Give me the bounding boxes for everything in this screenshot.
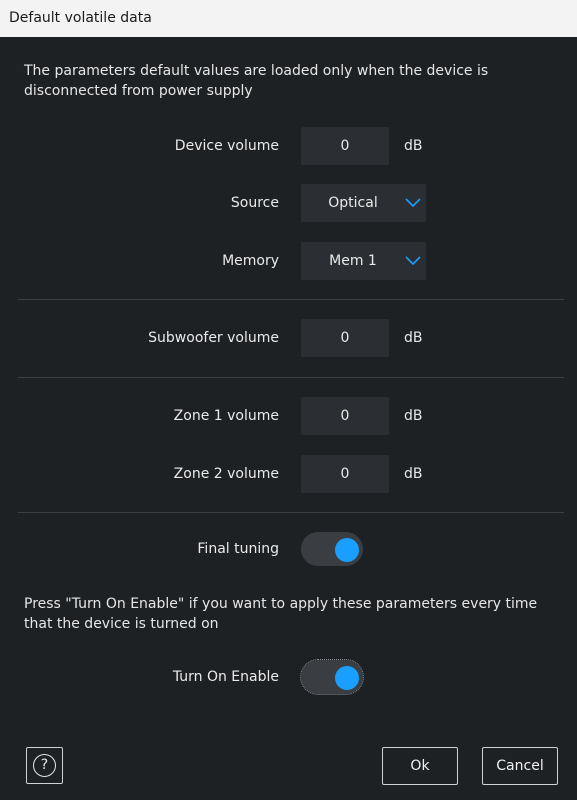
final-tuning-toggle[interactable] xyxy=(301,532,363,566)
zone2-volume-unit: dB xyxy=(404,466,423,482)
ok-button[interactable]: Ok xyxy=(382,747,458,785)
chevron-down-icon xyxy=(405,198,421,208)
turn-on-note: Press "Turn On Enable" if you want to ap… xyxy=(24,596,538,632)
device-volume-unit: dB xyxy=(404,138,423,154)
zone2-volume-row: Zone 2 volume 0 dB xyxy=(0,455,577,493)
window-title: Default volatile data xyxy=(9,10,152,26)
subwoofer-volume-label: Subwoofer volume xyxy=(148,330,279,346)
zone1-volume-label: Zone 1 volume xyxy=(173,408,279,424)
turn-on-enable-toggle[interactable] xyxy=(300,659,364,695)
device-volume-label: Device volume xyxy=(174,138,279,154)
toggle-knob xyxy=(335,538,359,562)
source-selected-value: Optical xyxy=(328,195,378,211)
memory-selected-value: Mem 1 xyxy=(329,253,377,269)
final-tuning-row: Final tuning xyxy=(0,532,577,570)
section-divider xyxy=(18,377,564,378)
final-tuning-label: Final tuning xyxy=(197,541,279,557)
source-label: Source xyxy=(230,195,279,211)
memory-row: Memory Mem 1 xyxy=(0,242,577,280)
window-title-bar: Default volatile data xyxy=(0,0,577,37)
subwoofer-volume-row: Subwoofer volume 0 dB xyxy=(0,319,577,357)
zone2-volume-input[interactable]: 0 xyxy=(301,455,389,493)
zone1-volume-input[interactable]: 0 xyxy=(301,397,389,435)
source-row: Source Optical xyxy=(0,184,577,222)
zone1-volume-row: Zone 1 volume 0 dB xyxy=(0,397,577,435)
turn-on-enable-label: Turn On Enable xyxy=(172,669,279,685)
toggle-knob xyxy=(335,666,359,690)
memory-label: Memory xyxy=(222,253,279,269)
section-divider xyxy=(18,299,564,300)
chevron-down-icon xyxy=(405,256,421,266)
device-volume-row: Device volume 0 dB xyxy=(0,127,577,165)
help-button[interactable]: ? xyxy=(26,747,63,784)
device-volume-input[interactable]: 0 xyxy=(301,127,389,165)
zone2-volume-label: Zone 2 volume xyxy=(173,466,279,482)
subwoofer-volume-input[interactable]: 0 xyxy=(301,319,389,357)
cancel-button[interactable]: Cancel xyxy=(482,747,558,785)
section-divider xyxy=(18,512,564,513)
zone1-volume-unit: dB xyxy=(404,408,423,424)
memory-dropdown[interactable]: Mem 1 xyxy=(301,242,426,280)
source-dropdown[interactable]: Optical xyxy=(301,184,426,222)
help-icon: ? xyxy=(33,754,56,777)
turn-on-enable-row: Turn On Enable xyxy=(0,659,577,698)
intro-text: The parameters default values are loaded… xyxy=(24,63,489,99)
subwoofer-volume-unit: dB xyxy=(404,330,423,346)
